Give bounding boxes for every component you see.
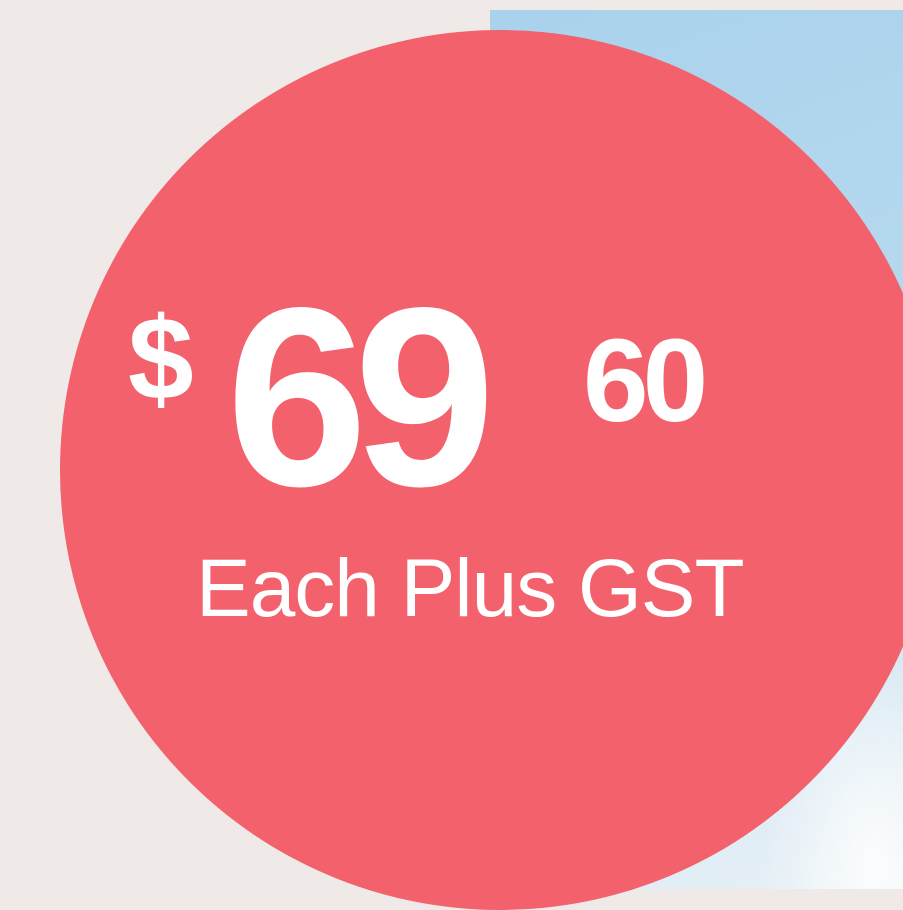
currency-symbol: $: [128, 293, 194, 425]
price-note: Each Plus GST: [196, 543, 745, 634]
price-cents: 60: [583, 315, 708, 447]
price-dollars: 69: [226, 255, 496, 540]
